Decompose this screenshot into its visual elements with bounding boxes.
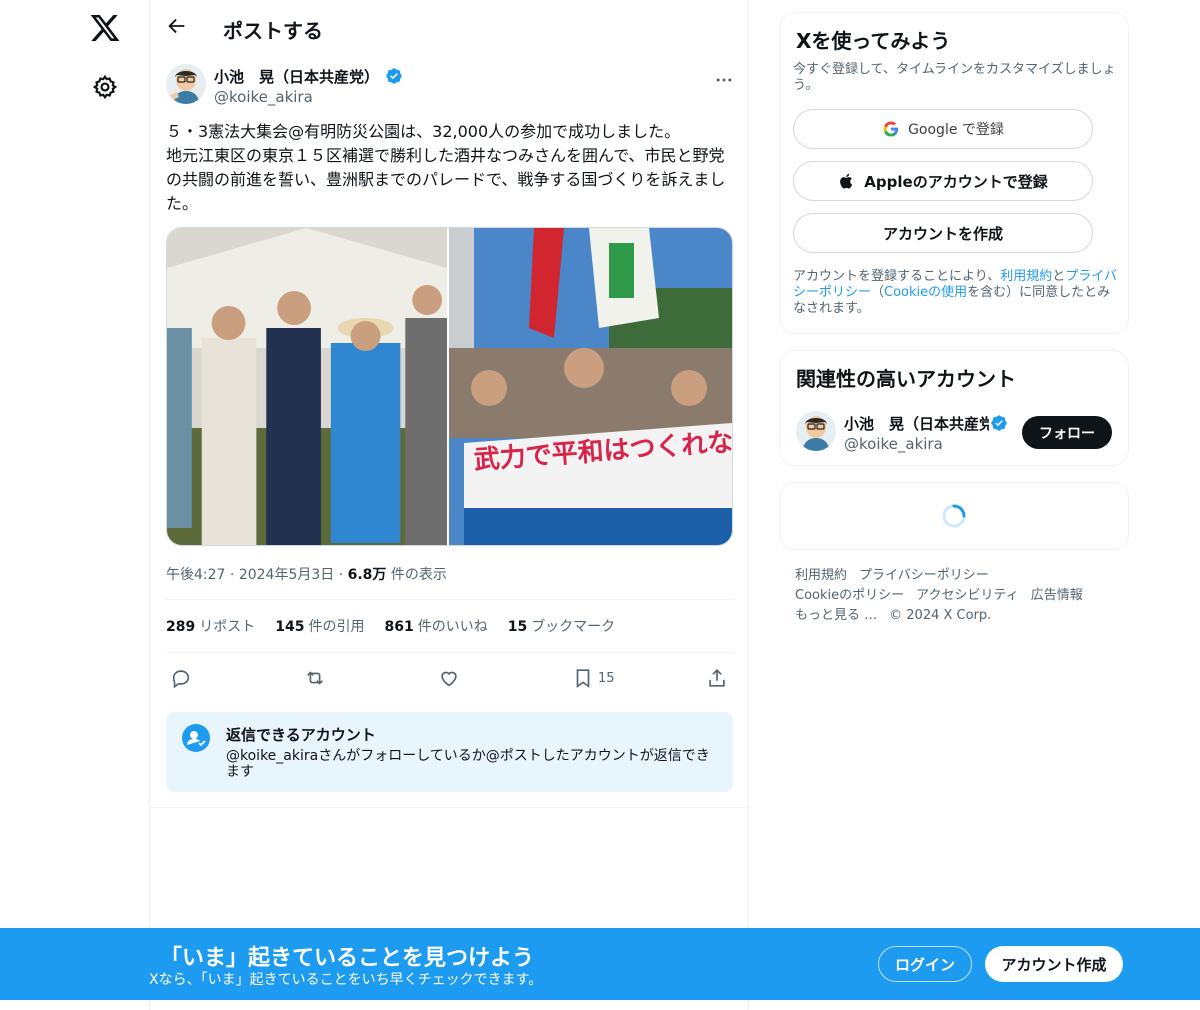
bookmarks-stat: 15 ブックマーク [507,619,616,635]
avatar[interactable] [166,64,206,104]
related-accounts-card: 関連性の高いアカウント 小池 晃（日本共産党） @koike_akira フォロ… [779,350,1129,466]
signup-banner: 「いま」起きていることを見つけよう Xなら、「いま」起きていることをいち早くチェ… [0,928,1200,1000]
share-button[interactable] [706,666,728,690]
footer-link-cookie[interactable]: Cookieのポリシー [795,586,904,606]
heart-icon [441,671,457,687]
reply-restriction-title: 返信できるアカウント [226,726,376,744]
apple-signup-button[interactable]: Appleのアカウントで登録 [793,161,1093,201]
related-accounts-title: 関連性の高いアカウント [796,367,1016,391]
terms-link[interactable]: 利用規約 [1000,269,1052,284]
loading-spinner-icon [942,504,966,528]
reply-restriction-box: 返信できるアカウント @koike_akiraさんがフォローしているか@ポストし… [166,712,733,792]
repost-button[interactable] [304,666,326,690]
views-count: 6.8万 [347,567,387,583]
footer-link-privacy[interactable]: プライバシーポリシー [859,566,989,586]
signup-card-subtitle: 今すぐ登録して、タイムラインをカスタマイズしましょう。 [793,62,1116,93]
quotes-stat[interactable]: 145 件の引用 [275,616,364,636]
tweet-author: 小池 晃（日本共産党） @koike_akira [166,64,734,108]
bookmark-count: 15 [598,670,615,686]
footer-link-accessibility[interactable]: アクセシビリティ [916,586,1019,606]
google-signup-label: Google で登録 [908,122,1004,138]
tweet-meta: 午後4:27 · 2024年5月3日 · 6.8万 件の表示 [166,567,447,583]
reposts-stat[interactable]: 289 リポスト [166,616,255,636]
tweet-stats: 289 リポスト 145 件の引用 861 件のいいね 15 ブックマーク [166,616,615,636]
avatar[interactable] [796,411,836,451]
footer-links: 利用規約 プライバシーポリシー Cookieのポリシー アクセシビリティ 広告情報 も… [795,566,1115,626]
apple-signup-label: Appleのアカウントで登録 [864,172,1048,191]
google-icon [883,121,899,137]
google-signup-button[interactable]: Google で登録 [793,109,1093,149]
signup-card: Xを使ってみよう 今すぐ登録して、タイムラインをカスタマイズしましょう。 Goo… [779,12,1129,334]
loading-card [779,482,1129,550]
views-label: 件の表示 [390,567,447,583]
tweet-media[interactable]: 武力で平和はつくれない [166,227,733,546]
reply-button[interactable] [170,666,192,690]
bookmark-button[interactable]: 15 [572,666,615,690]
main-column: ポストする 小池 晃（日本共産党） @koike_akira ５・3憲法大集会@… [149,0,749,1010]
reply-restriction-desc: @koike_akiraさんがフォローしているか@ポストしたアカウントが返信でき… [226,748,710,780]
signup-card-title: Xを使ってみよう [796,29,951,53]
media-photo-right[interactable]: 武力で平和はつくれない [449,228,732,545]
x-logo-icon[interactable] [89,12,121,44]
tweet-actions: 15 [166,664,734,692]
footer-copyright: © 2024 X Corp. [889,608,992,623]
signup-legal-text: アカウントを登録することにより、利用規約とプライバシーポリシー（Cookieの使… [793,269,1118,316]
verified-badge-icon [991,415,1007,431]
media-photo-left[interactable] [167,228,449,545]
cookie-link[interactable]: Cookieの使用 [884,285,967,300]
footer-link-terms[interactable]: 利用規約 [795,566,847,586]
repost-icon [307,671,323,685]
banner-subtitle: Xなら、「いま」起きていることをいち早くチェックできます。 [149,972,543,988]
back-arrow-icon[interactable] [166,15,188,37]
signup-button[interactable]: アカウント作成 [985,946,1123,982]
footer-link-more[interactable]: もっと見る … [795,606,877,626]
author-name[interactable]: 小池 晃（日本共産党） [214,66,403,87]
divider [150,807,749,808]
banner-title: 「いま」起きていることを見つけよう [160,946,535,971]
tweet-time[interactable]: 午後4:27 [166,567,225,583]
create-account-label: アカウントを作成 [882,224,1003,243]
divider [166,599,734,600]
gear-icon[interactable] [92,74,118,100]
create-account-button[interactable]: アカウントを作成 [793,213,1093,253]
related-account-handle[interactable]: @koike_akira [844,435,943,453]
footer-link-ads[interactable]: 広告情報 [1031,586,1083,606]
author-handle[interactable]: @koike_akira [214,88,313,106]
author-name-text: 小池 晃（日本共産党） [214,68,380,86]
page-title: ポストする [223,19,323,43]
divider [166,652,734,653]
header-bar: ポストする [150,0,750,54]
like-button[interactable] [438,666,460,690]
share-icon [709,669,725,687]
left-nav [0,0,150,1010]
tweet-date[interactable]: 2024年5月3日 [239,567,334,583]
apple-icon [840,173,853,189]
reply-icon [172,670,190,689]
login-button[interactable]: ログイン [878,946,972,982]
more-options-icon[interactable] [714,70,734,90]
follow-button[interactable]: フォロー [1022,416,1112,449]
reply-restriction-icon [182,724,210,752]
tweet-text: ５・3憲法大集会@有明防災公園は、32,000人の参加で成功しました。 地元江東… [166,122,726,213]
bookmark-icon [576,669,590,688]
verified-badge-icon [386,68,402,84]
likes-stat[interactable]: 861 件のいいね [384,616,487,636]
related-account-name[interactable]: 小池 晃（日本共産党） [844,413,989,434]
